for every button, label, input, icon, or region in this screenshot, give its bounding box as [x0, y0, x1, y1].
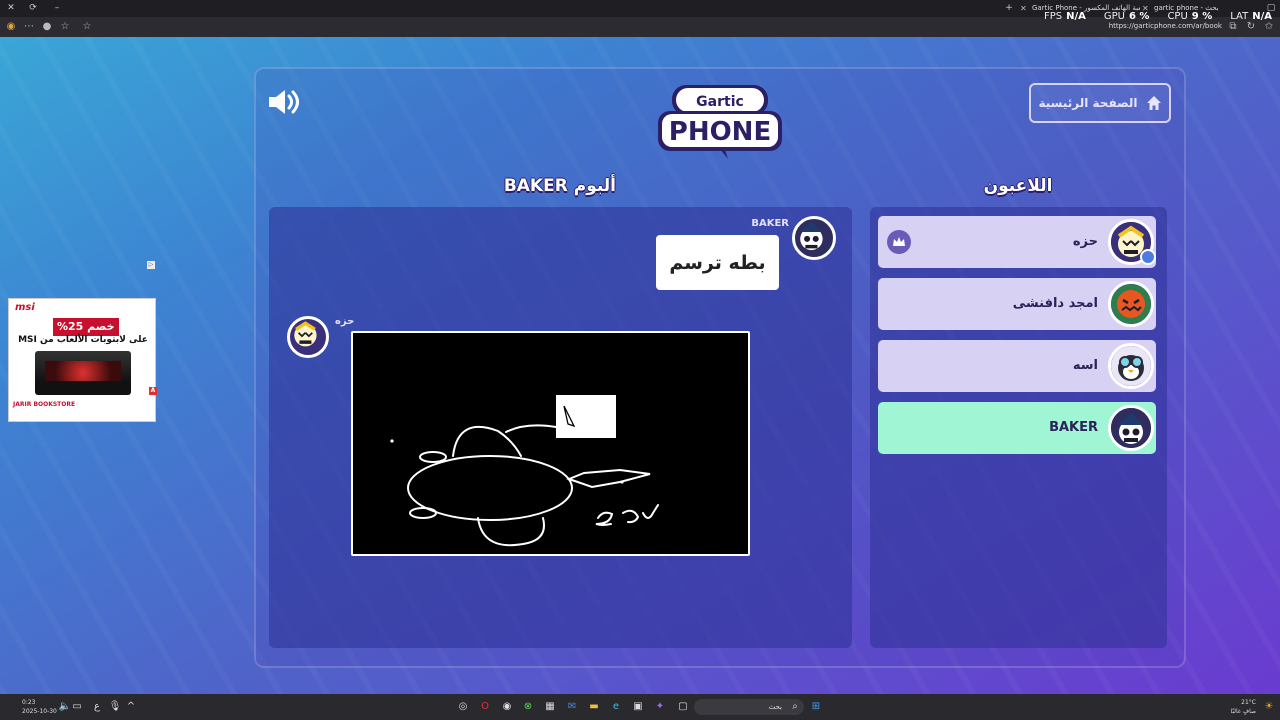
- prompt-text-card: بطه ترسم: [656, 235, 779, 290]
- clock-time: 0:23: [22, 699, 36, 706]
- edge-icon[interactable]: e: [609, 700, 623, 714]
- clock-date: 2025-10-30: [22, 708, 57, 715]
- player-avatar: [1108, 343, 1154, 389]
- app-icon[interactable]: ◉: [500, 700, 514, 714]
- fps-stat: FPS N/A: [1043, 11, 1086, 22]
- gartic-phone-logo: Gartic PHONE: [658, 85, 782, 159]
- advertisement[interactable]: msi خصم 25% على لابتوبات الألعاب من MSI …: [8, 298, 156, 422]
- sound-icon[interactable]: [266, 87, 302, 117]
- calendar-icon[interactable]: ▦: [543, 700, 557, 714]
- players-panel: حزه امجد دافنشى اسه BAKER: [870, 207, 1167, 648]
- tray-chevron-icon[interactable]: ^: [124, 700, 138, 714]
- players-title: اللاعبون: [983, 176, 1053, 196]
- player-avatar: [1108, 405, 1154, 451]
- bookmark-icon[interactable]: ☆: [80, 20, 94, 34]
- tab-close-icon[interactable]: ✕: [1020, 1, 1027, 16]
- close-window-icon[interactable]: ✕: [4, 2, 18, 15]
- refresh-icon[interactable]: ⟳: [26, 2, 40, 15]
- home-button[interactable]: الصفحة الرئيسية: [1029, 83, 1171, 123]
- favorite-star-icon[interactable]: ☆: [58, 20, 72, 34]
- weather-temp: 21°C: [1241, 699, 1256, 706]
- hz-avatar: [287, 316, 329, 358]
- weather-widget[interactable]: 21°C صافٍ غالبًا: [1231, 698, 1256, 716]
- drawing-card: [351, 331, 750, 556]
- xbox-icon[interactable]: ⊗: [521, 700, 535, 714]
- opera-icon[interactable]: O: [478, 700, 492, 714]
- ad-headline: على لابتوبات الألعاب من MSI: [18, 335, 148, 345]
- home-button-label: الصفحة الرئيسية: [1038, 96, 1138, 110]
- drawer-name: حزه: [335, 316, 355, 327]
- album-panel: BAKER بطه ترسم حزه: [269, 207, 852, 648]
- home-icon: [1146, 96, 1161, 110]
- copilot-icon[interactable]: ✦: [653, 700, 667, 714]
- baker-avatar: [792, 216, 836, 260]
- address-bar[interactable]: https://garticphone.com/ar/book: [1109, 22, 1222, 30]
- windows-start-icon[interactable]: ⊞: [809, 700, 823, 714]
- search-placeholder: بحث: [768, 703, 782, 711]
- gpu-stat: GPU 6 %: [1103, 11, 1150, 22]
- weather-desc: صافٍ غالبًا: [1230, 708, 1256, 715]
- favorites-icon[interactable]: ✩: [1262, 20, 1276, 34]
- app-icon[interactable]: ◎: [456, 700, 470, 714]
- reload-icon[interactable]: ↻: [1244, 20, 1258, 34]
- logo-bottom-text: PHONE: [669, 117, 771, 147]
- player-row-active[interactable]: BAKER: [878, 402, 1156, 454]
- weather-icon: ☀: [1264, 701, 1274, 712]
- network-icon[interactable]: ▭: [70, 700, 84, 714]
- album-author-name: BAKER: [751, 218, 789, 229]
- ad-close-icon[interactable]: ▷: [147, 261, 155, 269]
- language-icon[interactable]: ع: [90, 700, 104, 714]
- folder-icon[interactable]: ▬: [587, 700, 601, 714]
- ad-laptops-image: [35, 351, 131, 395]
- crown-icon[interactable]: [887, 230, 911, 254]
- player-name: حزه: [1072, 234, 1098, 249]
- ad-store-name: JARIR BOOKSTORE: [13, 401, 76, 408]
- ad-choices-icon[interactable]: A: [149, 387, 157, 395]
- more-icon[interactable]: ⋯: [22, 20, 36, 34]
- player-avatar: [1108, 281, 1154, 327]
- player-row[interactable]: اسه: [878, 340, 1156, 392]
- cpu-stat: CPU 9 %: [1167, 11, 1213, 22]
- performance-overlay: FPS N/A GPU 6 % CPU 9 % LAT N/A: [1044, 11, 1272, 22]
- ad-discount: خصم 25%: [53, 318, 119, 336]
- search-icon[interactable]: ⌕: [788, 700, 802, 714]
- lat-stat: LAT N/A: [1230, 11, 1272, 22]
- host-badge-icon: [1140, 249, 1156, 265]
- outlook-icon[interactable]: ✉: [565, 700, 579, 714]
- drawing-canvas: [353, 333, 748, 554]
- taskbar: 0:23 2025-10-30 🔈 ▭ ع 🎙 ^ ◎ O ◉ ⊗ ▦ ✉ ▬ …: [0, 694, 1280, 720]
- new-tab-icon[interactable]: +: [1002, 2, 1016, 15]
- player-name: امجد دافنشى: [1012, 296, 1098, 311]
- ad-brand: msi: [15, 302, 35, 313]
- extensions-icon[interactable]: ⧉: [1226, 20, 1240, 34]
- app-icon[interactable]: ▣: [631, 700, 645, 714]
- task-view-icon[interactable]: ▢: [676, 700, 690, 714]
- browser-logo-icon[interactable]: ◉: [4, 20, 18, 34]
- album-title: ألبوم BAKER: [503, 176, 616, 196]
- logo-top-text: Gartic: [696, 94, 744, 110]
- profile-icon[interactable]: ●: [40, 20, 54, 34]
- player-name: BAKER: [1049, 420, 1098, 435]
- taskbar-clock[interactable]: 0:23 2025-10-30: [22, 698, 57, 716]
- player-row[interactable]: امجد دافنشى: [878, 278, 1156, 330]
- player-row[interactable]: حزه: [878, 216, 1156, 268]
- microphone-icon[interactable]: 🎙: [108, 700, 122, 714]
- minimize-icon[interactable]: –: [50, 2, 64, 15]
- player-name: اسه: [1072, 358, 1098, 373]
- page-viewport: msi خصم 25% على لابتوبات الألعاب من MSI …: [0, 37, 1280, 694]
